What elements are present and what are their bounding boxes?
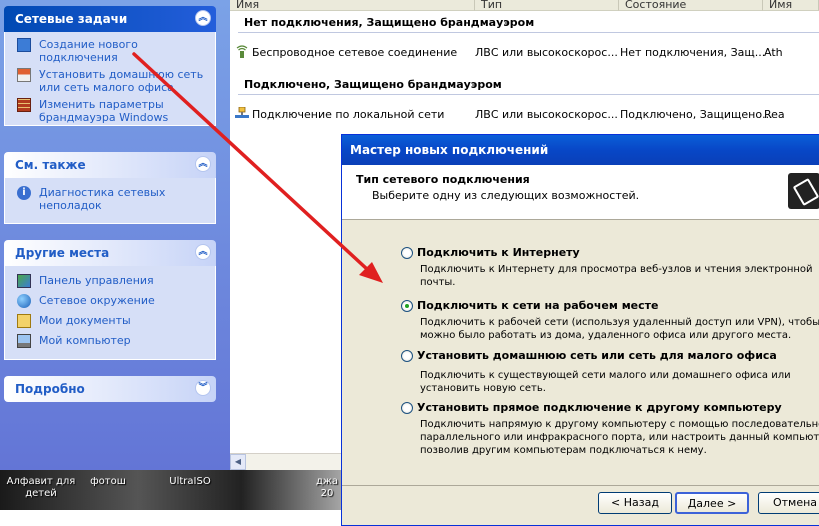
group-header-disconnected: Нет подключения, Защищено брандмауэром: [244, 16, 535, 29]
my-documents-icon: [17, 314, 31, 328]
back-button[interactable]: < Назад: [598, 492, 672, 514]
new-connection-icon: [17, 38, 31, 52]
network-tasks-title: Сетевые задачи: [15, 12, 128, 26]
see-also-header[interactable]: См. также ︽: [4, 152, 216, 178]
wireless-connection-device: Ath: [764, 46, 783, 59]
my-documents-label: Мои документы: [39, 314, 131, 327]
scroll-left-arrow-icon[interactable]: ◀: [230, 454, 246, 470]
network-tasks-panel: Сетевые задачи ︽ Создание нового подключ…: [4, 6, 216, 126]
other-places-panel: Другие места ︽ Панель управления Сетевое…: [4, 240, 216, 360]
collapse-chevron-icon[interactable]: ︽: [195, 156, 211, 172]
details-header[interactable]: Подробно ︾: [4, 376, 216, 402]
wizard-footer-divider: [342, 485, 819, 486]
wireless-connection-icon: [236, 45, 248, 58]
my-computer-link[interactable]: Мой компьютер: [5, 334, 215, 350]
home-network-icon: [17, 68, 31, 82]
group-divider: [238, 32, 819, 33]
see-also-panel: См. также ︽ i Диагностика сетевых непола…: [4, 152, 216, 224]
radio-internet[interactable]: [401, 247, 413, 259]
network-places-link[interactable]: Сетевое окружение: [5, 294, 215, 310]
network-tasks-header[interactable]: Сетевые задачи ︽: [4, 6, 216, 32]
wireless-connection-name: Беспроводное сетевое соединение: [252, 46, 458, 59]
setup-home-network-label: Установить домашнюю сеть или сеть малого…: [39, 68, 204, 94]
group-divider: [238, 94, 819, 95]
create-connection-label: Создание нового подключения: [39, 38, 138, 64]
column-header-device[interactable]: Имя: [763, 0, 819, 11]
see-also-title: См. также: [15, 158, 86, 172]
group-header-connected: Подключено, Защищено брандмауэром: [244, 78, 502, 91]
column-header-type[interactable]: Тип: [475, 0, 619, 11]
collapse-chevron-icon[interactable]: ︽: [195, 10, 211, 26]
option-internet-label[interactable]: Подключить к Интернету: [417, 246, 580, 259]
task-pane: Сетевые задачи ︽ Создание нового подключ…: [0, 0, 230, 470]
lan-connection-device: Rea: [764, 108, 785, 121]
setup-home-network-link[interactable]: Установить домашнюю сеть или сеть малого…: [5, 68, 215, 94]
my-documents-link[interactable]: Мои документы: [5, 314, 215, 330]
radio-home-network[interactable]: [401, 350, 413, 362]
details-title: Подробно: [15, 382, 85, 396]
cancel-button[interactable]: Отмена: [758, 492, 819, 514]
desktop-icon-alphabet[interactable]: Алфавит для детей: [2, 476, 80, 500]
option-internet-desc: Подключить к Интернету для просмотра веб…: [420, 264, 813, 288]
control-panel-link[interactable]: Панель управления: [5, 274, 215, 290]
option-home-network-desc: Подключить к существующей сети малого ил…: [420, 370, 791, 394]
column-header-status[interactable]: Состояние: [619, 0, 763, 11]
column-header-name[interactable]: Имя: [230, 0, 475, 11]
desktop-background: Алфавит для детей фотош UltraISO джа 20: [0, 470, 345, 510]
option-workplace-label[interactable]: Подключить к сети на рабочем месте: [417, 299, 659, 312]
collapse-chevron-icon[interactable]: ︽: [195, 244, 211, 260]
network-places-label: Сетевое окружение: [39, 294, 155, 307]
wizard-step-title: Тип сетевого подключения: [356, 173, 530, 186]
my-computer-label: Мой компьютер: [39, 334, 131, 347]
control-panel-label: Панель управления: [39, 274, 154, 287]
wizard-header: Тип сетевого подключения Выберите одну и…: [342, 165, 819, 220]
lan-connection-type: ЛВС или высокоскорос...: [475, 108, 618, 121]
next-button[interactable]: Далее >: [675, 492, 749, 514]
wizard-title-bar[interactable]: Мастер новых подключений: [342, 135, 819, 165]
expand-chevron-icon[interactable]: ︾: [195, 380, 211, 396]
network-places-icon: [17, 294, 31, 308]
new-connection-wizard: Мастер новых подключений Тип сетевого по…: [341, 134, 819, 526]
lan-connection-status: Подключено, Защищено...: [620, 108, 773, 121]
wireless-connection-type: ЛВС или высокоскорос...: [475, 46, 618, 59]
lan-connection-icon: [235, 107, 249, 118]
lan-connection-name: Подключение по локальной сети: [252, 108, 445, 121]
info-icon: i: [17, 186, 31, 200]
my-computer-icon: [17, 334, 31, 348]
wireless-connection-status: Нет подключения, Защ...: [620, 46, 766, 59]
other-places-header[interactable]: Другие места ︽: [4, 240, 216, 266]
option-home-network-label[interactable]: Установить домашнюю сеть или сеть для ма…: [417, 349, 777, 362]
radio-workplace[interactable]: [401, 300, 413, 312]
network-diagnostics-link[interactable]: i Диагностика сетевых неполадок: [5, 186, 215, 212]
option-direct-connection-desc: Подключить напрямую к другому компьютеру…: [420, 419, 819, 456]
horizontal-scrollbar[interactable]: ◀: [230, 453, 345, 470]
firewall-settings-link[interactable]: Изменить параметры брандмауэра Windows: [5, 98, 215, 124]
control-panel-icon: [17, 274, 31, 288]
details-panel: Подробно ︾: [4, 376, 216, 402]
other-places-title: Другие места: [15, 246, 110, 260]
option-workplace-desc: Подключить к рабочей сети (используя уда…: [420, 317, 819, 341]
firewall-icon: [17, 98, 31, 112]
desktop-icon-ultraiso[interactable]: UltraISO: [160, 476, 220, 488]
create-connection-link[interactable]: Создание нового подключения: [5, 38, 215, 64]
network-cable-icon: [788, 173, 819, 209]
firewall-settings-label: Изменить параметры брандмауэра Windows: [39, 98, 169, 124]
wizard-step-subtitle: Выберите одну из следующих возможностей.: [372, 189, 640, 202]
option-direct-connection-label[interactable]: Установить прямое подключение к другому …: [417, 401, 782, 414]
desktop-icon-partial[interactable]: джа 20: [310, 476, 344, 500]
desktop-icon-photoshop[interactable]: фотош: [86, 476, 130, 488]
radio-direct-connection[interactable]: [401, 402, 413, 414]
network-diagnostics-label: Диагностика сетевых неполадок: [39, 186, 166, 212]
